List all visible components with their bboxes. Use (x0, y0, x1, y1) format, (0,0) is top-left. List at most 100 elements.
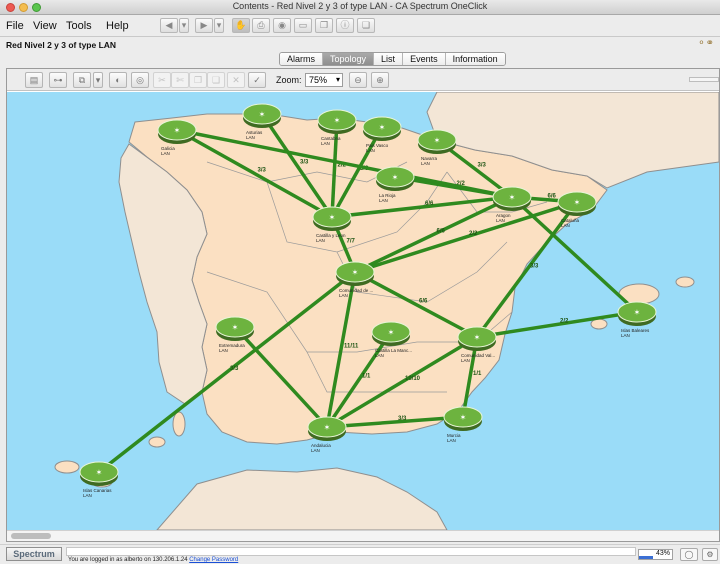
container-dropdown-icon[interactable]: ▾ (93, 72, 103, 88)
print-icon[interactable]: ⎙ (252, 18, 270, 33)
info-icon[interactable]: ⓘ (336, 18, 354, 33)
node-cataluna[interactable]: ✶CataluñaLAN (557, 191, 597, 228)
broadcast-icon[interactable]: ◉ (273, 18, 291, 33)
link-label: 6/6 (419, 299, 428, 305)
node-type-label: LAN (621, 333, 630, 338)
zoom-out-icon[interactable]: ⊖ (349, 72, 367, 88)
link-label: 1/1 (473, 371, 482, 377)
topology-toolbar: ▤ ⊶ ⧉ ▾ ◐ ◎ ✂ ✄ ❐ ❏ ✕ ✓ Zoom: 75% ▾ ⊖ ⊕ (7, 69, 719, 91)
tab-information[interactable]: Information (445, 53, 505, 65)
topology-panel: ▤ ⊶ ⧉ ▾ ◐ ◎ ✂ ✄ ❐ ❏ ✕ ✓ Zoom: 75% ▾ ⊖ ⊕ (6, 68, 720, 542)
share-icon[interactable]: ⚬⚭ (697, 38, 714, 49)
node-type-label: LAN (339, 293, 348, 298)
canary-island-4 (172, 411, 186, 437)
copy-node-icon[interactable]: ❐ (189, 72, 207, 88)
spain-map: 3/33/32/23/33/32/26/66/67/76/62/26/611/1… (54, 92, 719, 530)
cut-icon[interactable]: ✂ (153, 72, 171, 88)
link-label: 3/3 (300, 160, 309, 166)
node-andalucia[interactable]: ✶AndaluciaLAN (307, 416, 347, 453)
lan-star-icon: ✶ (634, 308, 641, 317)
zoom-label: Zoom: (276, 75, 302, 85)
node-baleares[interactable]: ✶Islas BalearesLAN (617, 301, 657, 338)
lan-star-icon: ✶ (232, 323, 239, 332)
chevron-down-icon: ▾ (335, 75, 340, 84)
node-type-label: LAN (321, 141, 330, 146)
paste-icon[interactable]: ❏ (357, 18, 375, 33)
status-message-field (66, 547, 636, 556)
monitor-icon[interactable]: ▭ (294, 18, 312, 33)
link-label: 2/2 (469, 231, 478, 237)
node-valencia[interactable]: ✶Comunidad Val...LAN (457, 326, 497, 363)
link-label: 6/6 (425, 201, 434, 207)
node-type-label: LAN (246, 135, 255, 140)
node-murcia[interactable]: ✶MurciaLAN (443, 406, 483, 443)
copy-icon[interactable]: ❐ (315, 18, 333, 33)
link-label: 1/1 (362, 374, 371, 380)
node-madrid[interactable]: ✶Comunidad de ...LAN (335, 261, 375, 298)
scissors-icon[interactable]: ✄ (171, 72, 189, 88)
tab-topology[interactable]: Topology (323, 53, 375, 65)
node-castilla-leon[interactable]: ✶Castilla y LeonLAN (312, 206, 352, 243)
menu-view[interactable]: View (33, 20, 57, 32)
node-type-label: LAN (161, 151, 170, 156)
node-type-label: LAN (379, 198, 388, 203)
link-label: 7/7 (347, 239, 356, 245)
topology-map[interactable]: 3/33/32/23/33/32/26/66/67/76/62/26/611/1… (7, 92, 719, 530)
link-label: 3/3 (398, 416, 407, 422)
hand-tool-icon[interactable]: ✋ (232, 18, 250, 33)
tools-icon[interactable]: ⚙ (702, 548, 718, 561)
zoom-select[interactable]: 75% ▾ (305, 73, 343, 87)
node-type-label: LAN (496, 218, 505, 223)
lan-star-icon: ✶ (324, 423, 331, 432)
tab-events[interactable]: Events (403, 53, 446, 65)
change-password-link[interactable]: Change Password (189, 557, 238, 563)
scrollbar-thumb[interactable] (11, 533, 51, 539)
zoom-in-icon[interactable]: ⊕ (371, 72, 389, 88)
node-type-label: LAN (375, 353, 384, 358)
node-type-label: LAN (447, 438, 456, 443)
menu-tools[interactable]: Tools (66, 20, 92, 32)
lan-star-icon: ✶ (379, 123, 386, 132)
title-bar: Contents - Red Nivel 2 y 3 of type LAN -… (0, 0, 720, 15)
lan-star-icon: ✶ (460, 413, 467, 422)
link-label: 6/6 (548, 194, 557, 200)
back-dropdown-icon[interactable]: ▾ (179, 18, 189, 33)
chat-icon[interactable]: ◯ (680, 548, 698, 561)
link-label: 3/3 (478, 163, 487, 169)
africa-land (156, 467, 448, 530)
new-document-icon[interactable]: ▤ (25, 72, 43, 88)
paste-node-icon[interactable]: ❏ (207, 72, 225, 88)
node-type-label: LAN (421, 161, 430, 166)
status-bar: Spectrum You are logged in as alberto on… (0, 544, 720, 564)
menu-file[interactable]: File (6, 20, 24, 32)
background-icon[interactable]: ◐ (109, 72, 127, 88)
node-castilla-mancha[interactable]: ✶Castilla La Manc...LAN (371, 321, 412, 358)
node-type-label: LAN (311, 448, 320, 453)
zoom-slider[interactable] (689, 77, 719, 82)
back-arrow-icon[interactable]: ◀ (160, 18, 178, 33)
link-label: 11/11 (344, 344, 359, 350)
lan-star-icon: ✶ (329, 213, 336, 222)
container-icon[interactable]: ⧉ (73, 72, 91, 88)
link-label: 3/3 (230, 366, 239, 372)
forward-arrow-icon[interactable]: ▶ (195, 18, 213, 33)
delete-icon[interactable]: ✕ (227, 72, 245, 88)
tab-list[interactable]: List (374, 53, 404, 65)
node-canarias[interactable]: ✶Islas CanariasLAN (79, 461, 119, 498)
node-type-label: LAN (83, 493, 92, 498)
lan-star-icon: ✶ (574, 198, 581, 207)
locate-icon[interactable]: ◎ (131, 72, 149, 88)
lan-star-icon: ✶ (509, 193, 516, 202)
check-icon[interactable]: ✓ (248, 72, 266, 88)
node-type-label: LAN (219, 348, 228, 353)
lan-star-icon: ✶ (174, 126, 181, 135)
horizontal-scrollbar[interactable] (7, 530, 719, 541)
link-icon[interactable]: ⊶ (49, 72, 67, 88)
tab-alarms[interactable]: Alarms (280, 53, 324, 65)
progress-fill (639, 556, 654, 559)
forward-dropdown-icon[interactable]: ▾ (214, 18, 224, 33)
lan-star-icon: ✶ (474, 333, 481, 342)
spectrum-logo: Spectrum (6, 547, 62, 561)
lan-star-icon: ✶ (96, 468, 103, 477)
menu-help[interactable]: Help (106, 20, 129, 32)
